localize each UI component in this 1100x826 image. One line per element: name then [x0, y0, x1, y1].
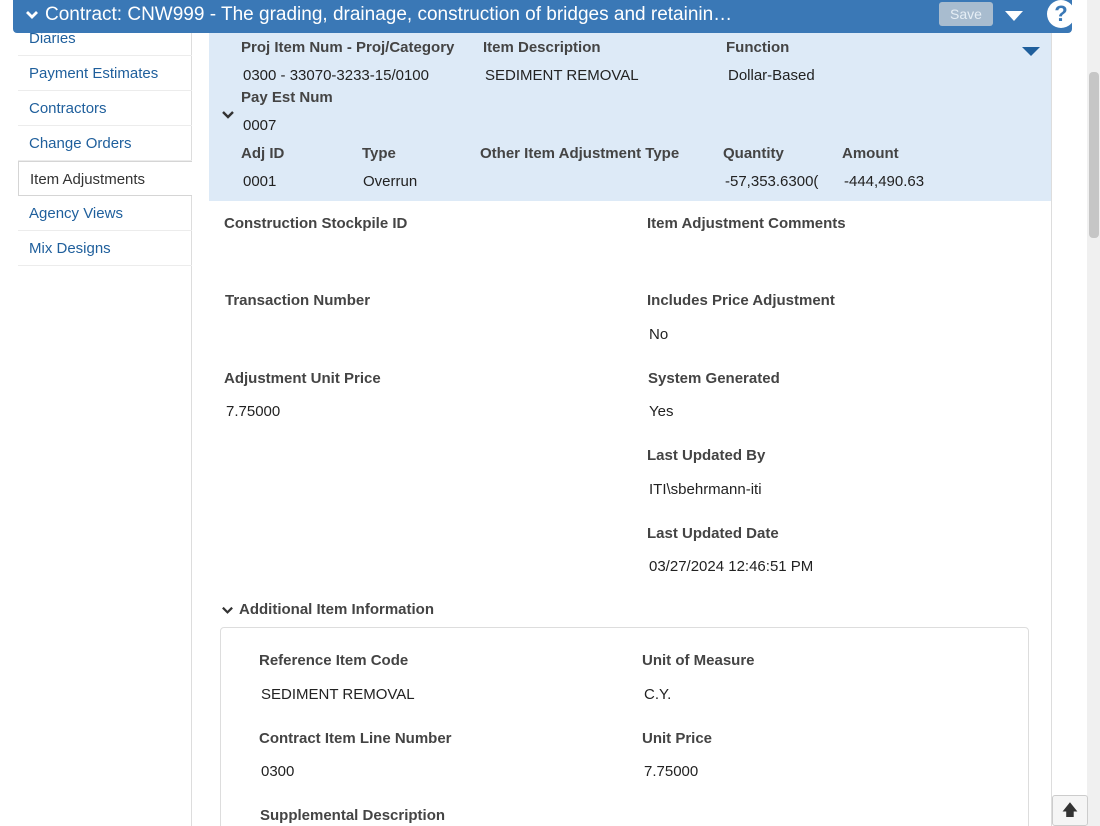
price-adj-label: Includes Price Adjustment	[647, 292, 835, 309]
sidebar-item-agency-views[interactable]: Agency Views	[18, 196, 192, 231]
additional-info-toggle[interactable]: Additional Item Information	[221, 601, 434, 618]
unit-price-value: 7.75000	[226, 403, 281, 420]
additional-info-card: Reference Item Code SEDIMENT REMOVAL Uni…	[220, 627, 1029, 826]
sidebar-item-item-adjustments[interactable]: Item Adjustments	[18, 161, 192, 196]
sidebar-nav: Diaries Payment Estimates Contractors Ch…	[0, 0, 192, 826]
adj-id-value: 0001	[243, 173, 277, 190]
unit-price-label: Adjustment Unit Price	[224, 370, 381, 387]
page-title: Contract: CNW999 - The grading, drainage…	[45, 4, 733, 25]
arrow-up-icon: 🡅	[1061, 802, 1079, 819]
adj-id-label: Adj ID	[241, 145, 285, 162]
type-label: Type	[362, 145, 396, 162]
sidebar-item-contractors[interactable]: Contractors	[18, 91, 192, 126]
system-generated-value: Yes	[649, 403, 674, 420]
price-adj-value: No	[649, 326, 669, 343]
amount-label: Amount	[842, 145, 899, 162]
system-generated-label: System Generated	[648, 370, 780, 387]
main-content: Proj Item Num - Proj/Category 0300 - 330…	[209, 0, 1052, 826]
comments-label: Item Adjustment Comments	[647, 215, 846, 232]
line-num-value: 0300	[261, 763, 295, 780]
supp-desc-label: Supplemental Description	[260, 807, 446, 824]
ref-code-value: SEDIMENT REMOVAL	[261, 686, 415, 703]
pay-est-value: 0007	[243, 117, 277, 134]
transaction-label: Transaction Number	[225, 292, 371, 309]
item-description-label: Item Description	[483, 39, 601, 56]
sidebar-item-change-orders[interactable]: Change Orders	[18, 126, 192, 161]
sidebar-item-payment-estimates[interactable]: Payment Estimates	[18, 56, 192, 91]
scrollbar-thumb[interactable]	[1089, 72, 1099, 238]
stockpile-label: Construction Stockpile ID	[224, 215, 408, 232]
function-value: Dollar-Based	[728, 67, 815, 84]
add-unit-price-value: 7.75000	[644, 763, 699, 780]
caret-down-icon[interactable]	[1021, 44, 1041, 58]
sidebar-item-mix-designs[interactable]: Mix Designs	[18, 231, 192, 266]
quantity-value: -57,353.6300(	[725, 173, 819, 190]
line-num-label: Contract Item Line Number	[259, 730, 452, 747]
function-label: Function	[726, 39, 790, 56]
ref-code-label: Reference Item Code	[259, 652, 409, 669]
scroll-to-top-button[interactable]: 🡅	[1052, 795, 1088, 826]
item-description-value: SEDIMENT REMOVAL	[485, 67, 639, 84]
save-button[interactable]: Save	[939, 2, 993, 26]
chevron-down-icon	[222, 606, 233, 614]
proj-item-value: 0300 - 33070-3233-15/0100	[243, 67, 429, 84]
uom-label: Unit of Measure	[642, 652, 755, 669]
updated-by-label: Last Updated By	[647, 447, 766, 464]
chevron-down-icon[interactable]	[24, 7, 40, 23]
quantity-label: Quantity	[723, 145, 784, 162]
contract-header: Contract: CNW999 - The grading, drainage…	[13, 0, 1075, 33]
amount-value: -444,490.63	[844, 173, 925, 190]
updated-date-label: Last Updated Date	[647, 525, 779, 542]
help-icon[interactable]: ?	[1047, 0, 1075, 28]
type-value: Overrun	[363, 173, 418, 190]
pay-est-label: Pay Est Num	[241, 89, 333, 106]
caret-down-icon[interactable]	[1002, 5, 1026, 25]
updated-by-value: ITI\sbehrmann-iti	[649, 481, 762, 498]
updated-date-value: 03/27/2024 12:46:51 PM	[649, 558, 814, 575]
additional-info-title: Additional Item Information	[239, 601, 434, 618]
other-type-label: Other Item Adjustment Type	[480, 145, 680, 162]
proj-item-label: Proj Item Num - Proj/Category	[241, 39, 455, 56]
uom-value: C.Y.	[644, 686, 672, 703]
add-unit-price-label: Unit Price	[642, 730, 713, 747]
chevron-down-icon[interactable]	[221, 108, 235, 122]
